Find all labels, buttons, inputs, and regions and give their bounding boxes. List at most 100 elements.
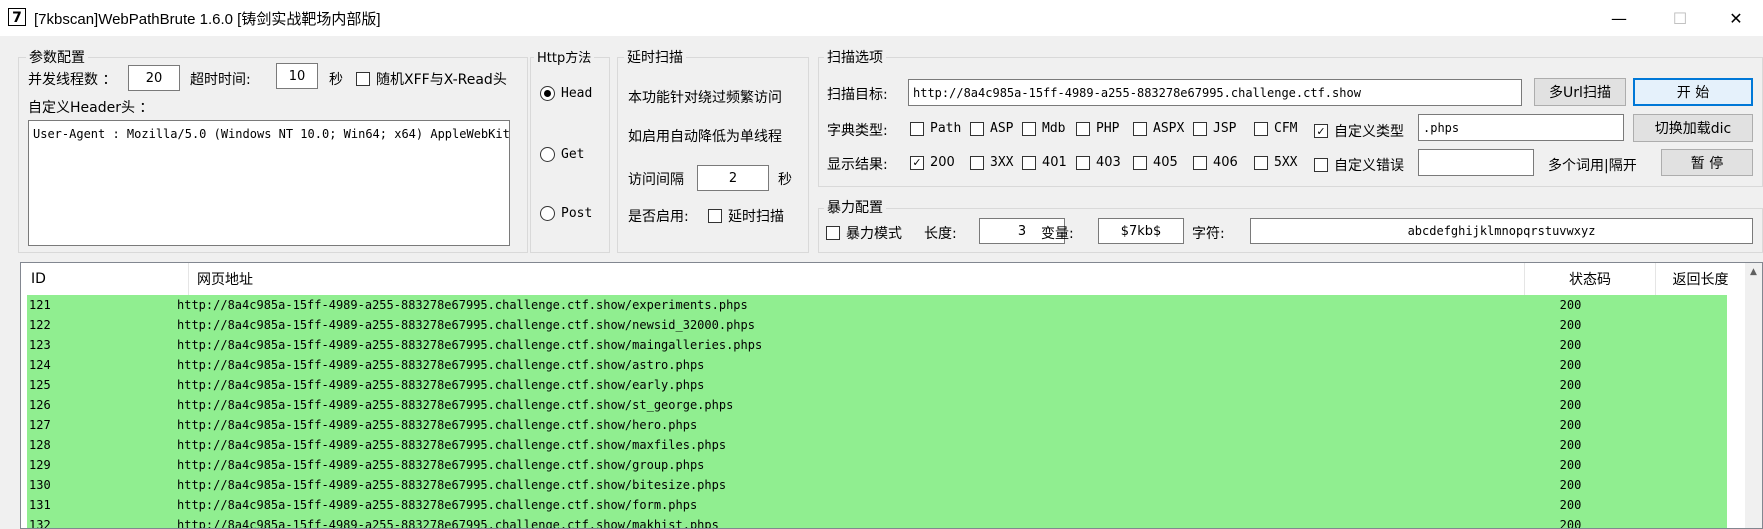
dict-php-label: PHP: [1096, 121, 1120, 136]
row-length: [1636, 475, 1726, 495]
row-id: 132: [29, 518, 51, 529]
table-row[interactable]: 127 http://8a4c985a-15ff-4989-a255-883278…: [27, 415, 1727, 435]
delay-enable-cb-label: 延时扫描: [728, 209, 784, 225]
show-403-option[interactable]: 403: [1076, 155, 1121, 170]
dict-path-checkbox[interactable]: [910, 121, 924, 136]
vertical-scrollbar[interactable]: ▲: [1745, 263, 1762, 528]
timeout-label: 超时时间:: [190, 72, 251, 88]
target-input[interactable]: http://8a4c985a-15ff-4989-a255-883278e67…: [908, 79, 1522, 106]
dict-path-option[interactable]: Path: [910, 121, 961, 136]
dict-aspx-checkbox[interactable]: [1133, 121, 1147, 136]
minimize-button[interactable]: —: [1591, 0, 1647, 36]
method-get-option[interactable]: Get: [540, 147, 584, 162]
dict-jsp-checkbox[interactable]: [1193, 121, 1207, 136]
chars-input[interactable]: abcdefghijklmnopqrstuvwxyz: [1250, 218, 1753, 244]
pause-button[interactable]: 暂 停: [1661, 149, 1753, 176]
method-head-option[interactable]: Head: [540, 86, 592, 101]
multi-url-button[interactable]: 多Url扫描: [1534, 78, 1626, 106]
dict-path-label: Path: [930, 121, 962, 136]
show-5xx-checkbox[interactable]: [1254, 155, 1268, 170]
method-get-radio[interactable]: [540, 147, 555, 162]
show-5xx-label: 5XX: [1274, 155, 1298, 170]
start-button[interactable]: 开 始: [1633, 78, 1753, 106]
scroll-up-icon[interactable]: ▲: [1745, 263, 1762, 281]
dict-custom-option[interactable]: ✓ 自定义类型: [1314, 121, 1404, 141]
method-post-option[interactable]: Post: [540, 206, 592, 221]
window-title: [7kbscan]WebPathBrute 1.6.0 [铸剑实战靶场内部版]: [34, 11, 381, 28]
table-row[interactable]: 126 http://8a4c985a-15ff-4989-a255-883278…: [27, 395, 1727, 415]
column-header-length[interactable]: 返回长度: [1656, 263, 1746, 295]
method-post-radio[interactable]: [540, 206, 555, 221]
dict-jsp-option[interactable]: JSP: [1193, 121, 1236, 136]
row-length: [1636, 335, 1726, 355]
dict-php-checkbox[interactable]: [1076, 121, 1090, 136]
show-406-checkbox[interactable]: [1193, 155, 1207, 170]
show-custom-error-checkbox[interactable]: [1314, 158, 1328, 172]
row-url: http://8a4c985a-15ff-4989-a255-883278e67…: [177, 338, 763, 352]
header-textarea[interactable]: User-Agent : Mozilla/5.0 (Windows NT 10.…: [28, 120, 510, 246]
close-button[interactable]: ✕: [1708, 0, 1763, 36]
table-row[interactable]: 130 http://8a4c985a-15ff-4989-a255-883278…: [27, 475, 1727, 495]
var-input[interactable]: $7kb$: [1098, 218, 1184, 244]
show-3xx-checkbox[interactable]: [970, 155, 984, 170]
dict-asp-option[interactable]: ASP: [970, 121, 1013, 136]
show-3xx-option[interactable]: 3XX: [970, 155, 1013, 170]
method-head-radio[interactable]: [540, 86, 555, 101]
dict-mdb-option[interactable]: Mdb: [1022, 121, 1065, 136]
dict-mdb-checkbox[interactable]: [1022, 121, 1036, 136]
table-body: 121 http://8a4c985a-15ff-4989-a255-883278…: [21, 295, 1746, 529]
interval-input[interactable]: 2: [697, 165, 769, 191]
row-url: http://8a4c985a-15ff-4989-a255-883278e67…: [177, 298, 748, 312]
table-row[interactable]: 122 http://8a4c985a-15ff-4989-a255-883278…: [27, 315, 1727, 335]
dict-cfm-checkbox[interactable]: [1254, 121, 1268, 136]
dict-aspx-option[interactable]: ASPX: [1133, 121, 1184, 136]
params-legend: 参数配置: [26, 47, 88, 67]
table-row[interactable]: 123 http://8a4c985a-15ff-4989-a255-883278…: [27, 335, 1727, 355]
show-401-checkbox[interactable]: [1022, 155, 1036, 170]
row-id: 122: [29, 318, 51, 332]
timeout-input[interactable]: 10: [276, 63, 318, 89]
table-row[interactable]: 124 http://8a4c985a-15ff-4989-a255-883278…: [27, 355, 1727, 375]
results-table[interactable]: ID 网页地址 状态码 返回长度 121 http://8a4c985a-15ff…: [20, 262, 1763, 529]
table-row[interactable]: 129 http://8a4c985a-15ff-4989-a255-883278…: [27, 455, 1727, 475]
show-200-option[interactable]: ✓ 200: [910, 155, 955, 170]
dict-cfm-label: CFM: [1274, 121, 1298, 136]
table-row[interactable]: 121 http://8a4c985a-15ff-4989-a255-883278…: [27, 295, 1727, 315]
show-403-checkbox[interactable]: [1076, 155, 1090, 170]
row-id: 128: [29, 438, 51, 452]
custom-error-input[interactable]: [1418, 149, 1534, 176]
threads-input[interactable]: 20: [128, 65, 180, 91]
table-row[interactable]: 132 http://8a4c985a-15ff-4989-a255-883278…: [27, 515, 1727, 529]
show-405-checkbox[interactable]: [1133, 155, 1147, 170]
table-row[interactable]: 131 http://8a4c985a-15ff-4989-a255-883278…: [27, 495, 1727, 515]
show-406-option[interactable]: 406: [1193, 155, 1238, 170]
dict-cfm-option[interactable]: CFM: [1254, 121, 1297, 136]
table-row[interactable]: 125 http://8a4c985a-15ff-4989-a255-883278…: [27, 375, 1727, 395]
show-5xx-option[interactable]: 5XX: [1254, 155, 1297, 170]
row-id: 130: [29, 478, 51, 492]
table-row[interactable]: 128 http://8a4c985a-15ff-4989-a255-883278…: [27, 435, 1727, 455]
column-header-id[interactable]: ID: [21, 263, 189, 295]
show-custom-error-option[interactable]: 自定义错误: [1314, 155, 1404, 175]
delay-enable-option[interactable]: 延时扫描: [708, 206, 784, 226]
show-401-option[interactable]: 401: [1022, 155, 1067, 170]
show-405-option[interactable]: 405: [1133, 155, 1178, 170]
row-url: http://8a4c985a-15ff-4989-a255-883278e67…: [177, 518, 719, 529]
brute-mode-option[interactable]: 暴力模式: [826, 223, 902, 243]
delay-enable-checkbox[interactable]: [708, 209, 722, 223]
random-xff-option[interactable]: 随机XFF与X-Read头: [356, 69, 507, 89]
dict-custom-checkbox[interactable]: ✓: [1314, 124, 1328, 138]
dict-php-option[interactable]: PHP: [1076, 121, 1119, 136]
timeout-unit: 秒: [329, 72, 343, 88]
brute-mode-checkbox[interactable]: [826, 226, 840, 240]
column-header-url[interactable]: 网页地址: [189, 263, 1525, 295]
dict-asp-checkbox[interactable]: [970, 121, 984, 136]
switch-dict-button[interactable]: 切换加载dic: [1633, 114, 1753, 142]
dict-label: 字典类型:: [827, 123, 888, 139]
maximize-button[interactable]: ☐: [1652, 0, 1708, 36]
random-xff-checkbox[interactable]: [356, 72, 370, 86]
show-403-label: 403: [1096, 155, 1121, 170]
show-200-checkbox[interactable]: ✓: [910, 155, 924, 170]
custom-type-input[interactable]: .phps: [1418, 114, 1624, 141]
column-header-status[interactable]: 状态码: [1525, 263, 1656, 295]
